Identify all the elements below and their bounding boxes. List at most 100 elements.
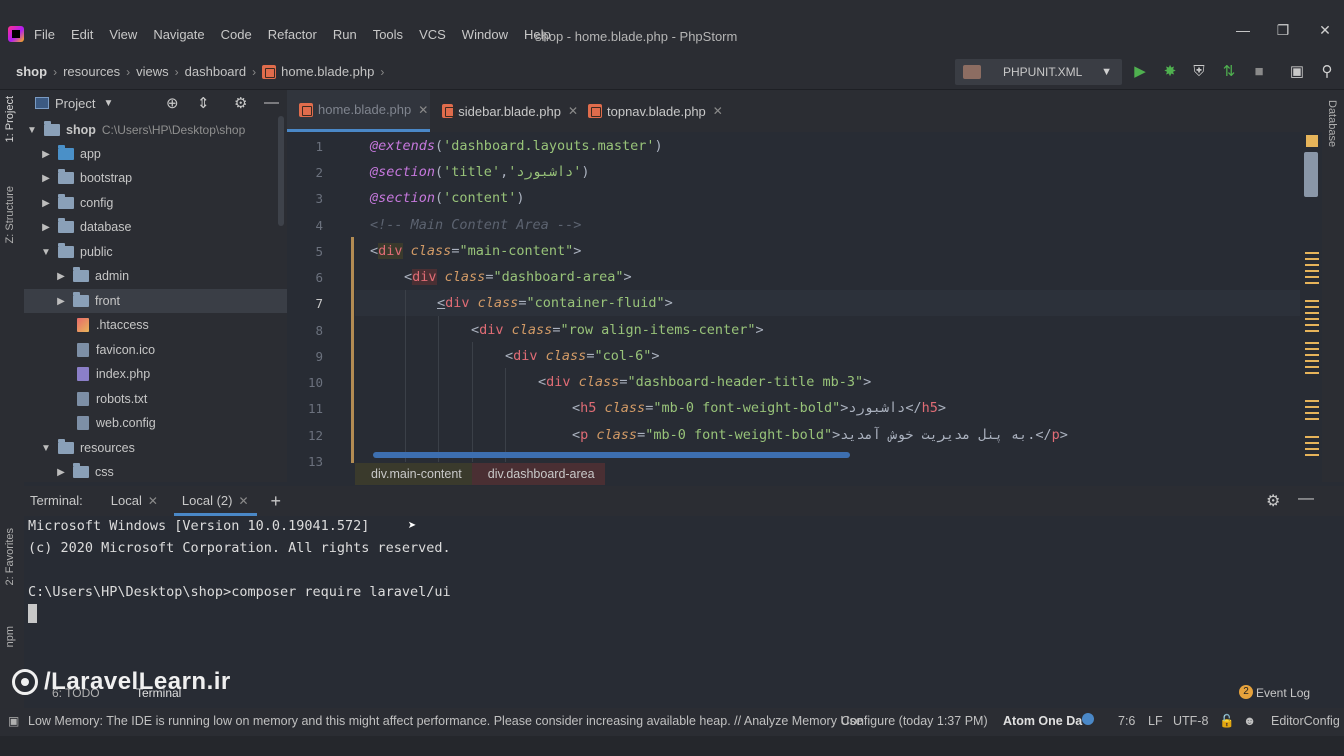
- code-editor[interactable]: @extends('dashboard.layouts.master') @se…: [355, 132, 1300, 462]
- warning-marker[interactable]: [1305, 330, 1319, 332]
- stop-icon[interactable]: ■: [1249, 62, 1269, 82]
- warning-marker[interactable]: [1305, 448, 1319, 450]
- tree-item-bootstrap[interactable]: ▶ bootstrap: [24, 166, 287, 190]
- close-window-icon[interactable]: ✕: [1310, 22, 1340, 39]
- tab-terminal-local[interactable]: Local ✕: [103, 486, 166, 516]
- search-icon[interactable]: ⚲: [1317, 62, 1337, 82]
- breadcrumb-resources[interactable]: resources: [63, 64, 120, 79]
- profile-icon[interactable]: ⇅: [1219, 62, 1239, 82]
- crumb-main-content[interactable]: div.main-content: [355, 463, 472, 485]
- tree-item-app[interactable]: ▶ app: [24, 142, 287, 166]
- warning-marker[interactable]: [1305, 318, 1319, 320]
- tree-root[interactable]: ▼ shop C:\Users\HP\Desktop\shop: [24, 118, 287, 142]
- menu-window[interactable]: Window: [462, 27, 508, 42]
- tree-item-web-config[interactable]: web.config: [24, 411, 287, 435]
- structure-tool-tab[interactable]: Z: Structure: [4, 186, 16, 243]
- warning-marker[interactable]: [1305, 400, 1319, 402]
- inspector-icon[interactable]: ☻: [1243, 714, 1256, 728]
- tree-item-database[interactable]: ▶ database: [24, 215, 287, 239]
- tree-item-public[interactable]: ▼ public: [24, 240, 287, 264]
- favorites-tool-tab[interactable]: 2: Favorites: [4, 528, 16, 585]
- hide-panel-icon[interactable]: —: [264, 94, 279, 111]
- status-line-separator[interactable]: LF: [1148, 714, 1163, 728]
- tree-item-robots[interactable]: robots.txt: [24, 387, 287, 411]
- close-tab-icon[interactable]: ✕: [238, 494, 248, 508]
- warning-marker[interactable]: [1305, 442, 1319, 444]
- layout-icon[interactable]: ▣: [1287, 62, 1307, 82]
- tree-item-config[interactable]: ▶ config: [24, 191, 287, 215]
- warning-marker[interactable]: [1305, 342, 1319, 344]
- menu-file[interactable]: File: [34, 27, 55, 42]
- warning-icon[interactable]: [1306, 135, 1318, 147]
- warning-marker[interactable]: [1305, 372, 1319, 374]
- breadcrumb-dashboard[interactable]: dashboard: [185, 64, 246, 79]
- warning-marker[interactable]: [1305, 360, 1319, 362]
- status-panel-icon[interactable]: ▣: [8, 714, 19, 728]
- menu-edit[interactable]: Edit: [71, 27, 93, 42]
- tab-home-blade[interactable]: home.blade.php ✕: [287, 90, 430, 132]
- chevron-down-icon[interactable]: ▼: [103, 98, 113, 109]
- status-caret-position[interactable]: 7:6: [1118, 714, 1135, 728]
- warning-marker[interactable]: [1305, 270, 1319, 272]
- tree-item-front[interactable]: ▶ front: [24, 289, 287, 313]
- status-editorconfig[interactable]: EditorConfig: [1271, 714, 1340, 728]
- npm-tool-tab[interactable]: npm: [4, 626, 16, 647]
- run-configuration-dropdown[interactable]: PHPUNIT.XML ▼: [955, 59, 1122, 85]
- coverage-icon[interactable]: ⛨: [1189, 62, 1209, 82]
- warning-marker[interactable]: [1305, 252, 1319, 254]
- collapse-all-icon[interactable]: ⇕: [197, 94, 210, 112]
- menu-run[interactable]: Run: [333, 27, 357, 42]
- new-terminal-icon[interactable]: +: [271, 491, 282, 512]
- menu-navigate[interactable]: Navigate: [153, 27, 204, 42]
- hide-panel-icon[interactable]: —: [1298, 490, 1314, 508]
- debug-icon[interactable]: ✸: [1160, 62, 1180, 82]
- status-configure[interactable]: Configure (today 1:37 PM): [841, 714, 988, 728]
- tree-item-htaccess[interactable]: .htaccess: [24, 313, 287, 337]
- warning-marker[interactable]: [1305, 354, 1319, 356]
- gear-icon[interactable]: ⚙: [234, 94, 247, 112]
- menu-tools[interactable]: Tools: [373, 27, 403, 42]
- warning-marker[interactable]: [1305, 454, 1319, 456]
- warning-marker[interactable]: [1305, 324, 1319, 326]
- close-tab-icon[interactable]: ✕: [568, 104, 578, 118]
- minimize-icon[interactable]: —: [1228, 22, 1258, 38]
- status-message[interactable]: Low Memory: The IDE is running low on me…: [28, 714, 863, 728]
- warning-marker[interactable]: [1305, 412, 1319, 414]
- scroll-thumb[interactable]: [1304, 152, 1318, 197]
- warning-marker[interactable]: [1305, 282, 1319, 284]
- warning-marker[interactable]: [1305, 276, 1319, 278]
- close-tab-icon[interactable]: ✕: [713, 104, 723, 118]
- breadcrumb-shop[interactable]: shop: [16, 64, 47, 79]
- tree-item-css[interactable]: ▶ css: [24, 460, 287, 484]
- close-tab-icon[interactable]: ✕: [418, 103, 428, 117]
- tree-scrollbar[interactable]: [278, 116, 284, 226]
- status-theme[interactable]: Atom One Da: [1003, 714, 1082, 728]
- project-tool-tab[interactable]: 1: Project: [4, 96, 16, 142]
- error-stripe[interactable]: [1300, 132, 1322, 462]
- warning-marker[interactable]: [1305, 306, 1319, 308]
- tree-item-index-php[interactable]: index.php: [24, 362, 287, 386]
- run-icon[interactable]: ▶: [1130, 62, 1150, 82]
- crumb-dashboard-area[interactable]: div.dashboard-area: [471, 463, 605, 485]
- menu-code[interactable]: Code: [221, 27, 252, 42]
- breadcrumb-views[interactable]: views: [136, 64, 169, 79]
- warning-marker[interactable]: [1305, 406, 1319, 408]
- lock-icon[interactable]: 🔓: [1219, 714, 1235, 729]
- warning-marker[interactable]: [1305, 300, 1319, 302]
- horizontal-scrollbar[interactable]: [373, 452, 850, 458]
- close-tab-icon[interactable]: ✕: [148, 494, 158, 508]
- gear-icon[interactable]: ⚙: [1266, 491, 1280, 511]
- tab-sidebar-blade[interactable]: sidebar.blade.php ✕: [430, 90, 578, 132]
- database-tool-tab[interactable]: Database: [1326, 100, 1338, 147]
- tab-terminal-local-2[interactable]: Local (2) ✕: [173, 486, 257, 516]
- warning-marker[interactable]: [1305, 258, 1319, 260]
- restore-icon[interactable]: ❐: [1268, 22, 1298, 39]
- warning-marker[interactable]: [1305, 312, 1319, 314]
- breadcrumb-file[interactable]: home.blade.php: [281, 64, 374, 79]
- menu-view[interactable]: View: [109, 27, 137, 42]
- menu-vcs[interactable]: VCS: [419, 27, 446, 42]
- warning-marker[interactable]: [1305, 436, 1319, 438]
- project-view-label[interactable]: Project: [55, 96, 95, 111]
- warning-marker[interactable]: [1305, 366, 1319, 368]
- warning-marker[interactable]: [1305, 418, 1319, 420]
